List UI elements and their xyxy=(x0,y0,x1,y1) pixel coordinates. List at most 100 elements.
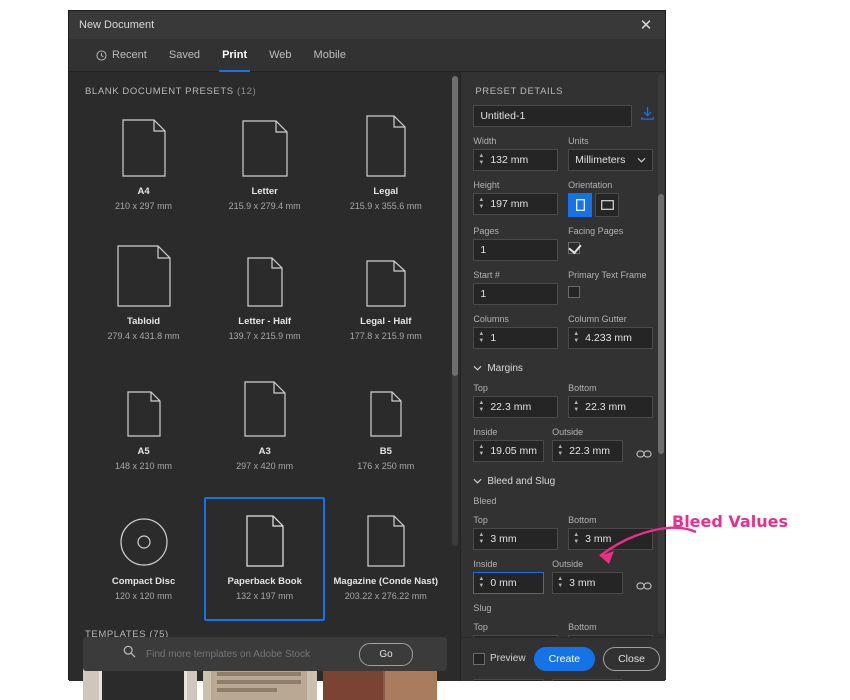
stock-search-bar[interactable]: Go xyxy=(83,637,447,671)
margin-bottom-input[interactable]: ▲ ▼ 22.3 mm xyxy=(568,396,653,418)
start-number-input[interactable]: 1 xyxy=(473,283,559,305)
slug-inside-input[interactable]: ▲▼ 0 mm xyxy=(473,679,545,681)
chevron-down-icon xyxy=(637,154,646,166)
column-gutter-stepper[interactable]: ▲ ▼ xyxy=(569,331,583,344)
column-gutter-input[interactable]: ▲ ▼ 4.233 mm xyxy=(568,327,653,349)
bleed-inside-stepper[interactable]: ▲ ▼ xyxy=(474,576,488,589)
save-preset-icon[interactable] xyxy=(640,106,655,126)
preset-paperback-book[interactable]: Paperback Book 132 x 197 mm xyxy=(204,497,326,621)
orientation-group xyxy=(568,193,653,217)
preset-a3[interactable]: A3 297 x 420 mm xyxy=(204,367,325,491)
pages-input[interactable]: 1 xyxy=(473,239,559,261)
field-start-number: Start # 1 xyxy=(473,270,559,305)
margin-top-input[interactable]: ▲ ▼ 22.3 mm xyxy=(473,396,559,418)
annotation-arrow xyxy=(599,526,697,564)
dialog-titlebar: New Document ✕ xyxy=(69,11,665,39)
column-gutter-value: 4.233 mm xyxy=(585,332,632,344)
preset-thumb xyxy=(121,115,166,177)
preset-thumb xyxy=(246,505,284,567)
bleed-top-stepper[interactable]: ▲ ▼ xyxy=(474,532,488,545)
margin-inside-stepper[interactable]: ▲ ▼ xyxy=(474,444,488,457)
blank-presets-heading: BLANK DOCUMENT PRESETS (12) xyxy=(69,72,460,97)
preset-dims: 148 x 210 mm xyxy=(115,461,173,471)
tab-recent[interactable]: Recent xyxy=(85,39,158,72)
units-select[interactable]: Millimeters xyxy=(568,149,653,171)
presets-scrollbar[interactable] xyxy=(452,76,459,546)
field-units: Units Millimeters xyxy=(568,136,653,171)
preset-compact-disc[interactable]: Compact Disc 120 x 120 mm xyxy=(83,497,204,621)
bleed-top-input[interactable]: ▲ ▼ 3 mm xyxy=(473,528,559,550)
margin-top-stepper[interactable]: ▲ ▼ xyxy=(474,400,488,413)
preset-thumb xyxy=(367,505,405,567)
bleed-outside-stepper[interactable]: ▲ ▼ xyxy=(553,576,567,589)
dialog-footer: Preview Create Close xyxy=(461,637,666,679)
preset-name-input[interactable] xyxy=(473,105,632,127)
width-input[interactable]: ▲ ▼ 132 mm xyxy=(473,149,559,171)
preset-thumb xyxy=(126,375,161,437)
preset-a4[interactable]: A4 210 x 297 mm xyxy=(83,107,204,231)
link-values-icon[interactable] xyxy=(635,442,653,462)
margins-section-toggle[interactable]: Margins xyxy=(473,363,653,374)
portrait-icon[interactable] xyxy=(568,193,593,217)
field-margin-outside: Outside ▲ ▼ 22.3 mm xyxy=(552,427,623,462)
landscape-icon[interactable] xyxy=(595,193,620,217)
search-input[interactable] xyxy=(144,647,359,661)
field-margin-bottom: Bottom ▲ ▼ 22.3 mm xyxy=(568,383,653,418)
margin-bottom-stepper[interactable]: ▲ ▼ xyxy=(569,400,583,413)
margin-outside-stepper[interactable]: ▲ ▼ xyxy=(553,444,567,457)
preset-fields: Width ▲ ▼ 132 mm Units Millimeters Heigh… xyxy=(461,136,665,681)
columns-input[interactable]: ▲ ▼ 1 xyxy=(473,327,559,349)
margin-inside-input[interactable]: ▲ ▼ 19.05 mm xyxy=(473,440,545,462)
preset-a5[interactable]: A5 148 x 210 mm xyxy=(83,367,204,491)
preset-thumb xyxy=(244,375,286,437)
margin-outside-input[interactable]: ▲ ▼ 22.3 mm xyxy=(552,440,623,462)
tab-web[interactable]: Web xyxy=(258,39,302,72)
field-column-gutter: Column Gutter ▲ ▼ 4.233 mm xyxy=(568,314,653,349)
bleed-group-label: Bleed xyxy=(473,496,497,506)
bleed-slug-section-toggle[interactable]: Bleed and Slug xyxy=(473,476,653,487)
primary-text-frame-checkbox[interactable] xyxy=(568,286,581,298)
preset-b5[interactable]: B5 176 x 250 mm xyxy=(325,367,446,491)
details-scrollbar-thumb[interactable] xyxy=(658,194,664,454)
preset-letter-half[interactable]: Letter - Half 139.7 x 215.9 mm xyxy=(204,237,325,361)
bleed-slug-section-label: Bleed and Slug xyxy=(487,476,556,487)
tab-saved[interactable]: Saved xyxy=(158,39,211,72)
preset-tabloid[interactable]: Tabloid 279.4 x 431.8 mm xyxy=(83,237,204,361)
preset-letter[interactable]: Letter 215.9 x 279.4 mm xyxy=(204,107,325,231)
margins-section-label: Margins xyxy=(487,363,523,374)
preset-legal-half[interactable]: Legal - Half 177.8 x 215.9 mm xyxy=(325,237,446,361)
field-bleed-inside: Inside ▲ ▼ 0 mm xyxy=(473,559,545,594)
go-button[interactable]: Go xyxy=(359,642,413,666)
facing-pages-checkbox[interactable] xyxy=(568,242,581,254)
close-icon[interactable]: ✕ xyxy=(633,12,659,38)
label-width: Width xyxy=(473,136,497,146)
create-button[interactable]: Create xyxy=(533,646,596,671)
preset-magazine-conde-nast[interactable]: Magazine (Conde Nast) 203.22 x 276.22 mm xyxy=(325,497,446,621)
preset-legal[interactable]: Legal 215.9 x 355.6 mm xyxy=(325,107,446,231)
preset-name: A3 xyxy=(258,446,271,457)
tab-label-saved: Saved xyxy=(168,49,201,61)
width-value: 132 mm xyxy=(490,154,529,166)
preset-dims: 139.7 x 215.9 mm xyxy=(228,331,301,341)
dialog-title: New Document xyxy=(79,19,155,31)
label-slug-bottom: Bottom xyxy=(568,622,597,632)
preview-checkbox[interactable] xyxy=(473,652,485,665)
preset-thumb xyxy=(247,245,283,307)
preset-name: Compact Disc xyxy=(111,576,176,587)
height-input[interactable]: ▲ ▼ 197 mm xyxy=(473,193,559,215)
close-button[interactable]: Close xyxy=(603,646,660,671)
presets-scrollbar-thumb[interactable] xyxy=(452,76,459,376)
preset-dims: 177.8 x 215.9 mm xyxy=(349,331,422,341)
margin-bottom-value: 22.3 mm xyxy=(585,401,627,413)
dialog-body: BLANK DOCUMENT PRESETS (12) A4 210 x 297… xyxy=(69,72,665,700)
tab-mobile[interactable]: Mobile xyxy=(303,39,357,72)
bleed-inside-input[interactable]: ▲ ▼ 0 mm xyxy=(473,572,545,594)
height-stepper[interactable]: ▲ ▼ xyxy=(474,197,488,210)
columns-stepper[interactable]: ▲ ▼ xyxy=(474,331,488,344)
width-stepper[interactable]: ▲ ▼ xyxy=(474,153,488,166)
preset-name: Magazine (Conde Nast) xyxy=(333,576,439,587)
tab-print[interactable]: Print xyxy=(211,39,258,72)
slug-outside-input[interactable]: ▲▼ 0 mm xyxy=(552,679,623,681)
bleed-inside-value: 0 mm xyxy=(490,577,517,589)
preview-toggle[interactable]: Preview xyxy=(473,652,526,665)
